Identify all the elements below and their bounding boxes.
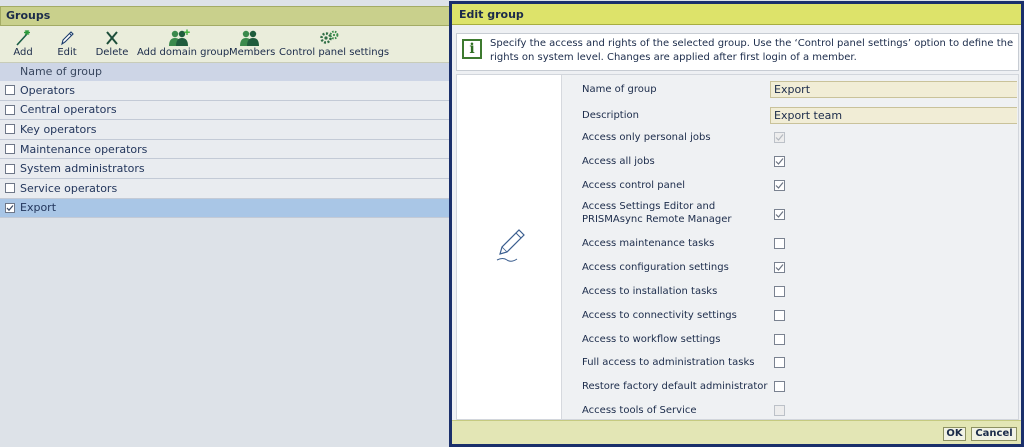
control-panel-settings-button[interactable]: Control panel settings: [279, 29, 389, 61]
perm-checkbox[interactable]: [774, 180, 785, 191]
perm-row-restore-factory-default-administrator: Restore factory default administrator: [562, 380, 1019, 396]
delete-button[interactable]: Delete: [95, 29, 129, 61]
dialog-footer: OK Cancel: [452, 420, 1021, 444]
perm-row-access-to-connectivity-settings: Access to connectivity settings: [562, 309, 1019, 325]
perm-checkbox[interactable]: [774, 262, 785, 273]
description-row: Description Export team: [562, 105, 1019, 125]
info-text: Specify the access and rights of the sel…: [490, 38, 1014, 63]
group-checkbox[interactable]: [5, 163, 15, 174]
perm-label: Access all jobs: [582, 156, 655, 167]
perm-checkbox[interactable]: [774, 334, 785, 345]
name-of-group-label: Name of group: [582, 84, 657, 95]
group-checkbox[interactable]: [5, 104, 15, 115]
checkmark-icon: [775, 264, 784, 271]
perm-checkbox[interactable]: [774, 310, 785, 321]
members-button[interactable]: Members: [229, 29, 275, 61]
perm-label: Access tools of Service: [582, 405, 697, 416]
dialog-title: Edit group: [452, 4, 1021, 25]
perm-row-access-to-installation-tasks: Access to installation tasks: [562, 285, 1019, 301]
perm-label: Access Settings Editor and PRISMAsync Re…: [582, 201, 732, 225]
group-name: Key operators: [20, 122, 97, 136]
perm-checkbox[interactable]: [774, 156, 785, 167]
perm-checkbox[interactable]: [774, 381, 785, 392]
form-illustration: [457, 75, 561, 419]
perm-row-full-access-to-administration-tasks: Full access to administration tasks: [562, 356, 1019, 372]
group-checkbox[interactable]: [5, 144, 15, 155]
form-body: Name of group Export Description Export …: [456, 74, 1019, 420]
group-name: Maintenance operators: [20, 142, 148, 156]
info-box: i Specify the access and rights of the s…: [456, 33, 1019, 71]
checkmark-icon: [6, 204, 14, 211]
gears-icon: [279, 29, 379, 47]
perm-label: Access to installation tasks: [582, 286, 718, 297]
perm-checkbox[interactable]: [774, 209, 785, 220]
perm-row-access-to-workflow-settings: Access to workflow settings: [562, 333, 1019, 349]
perm-row-access-only-personal-jobs: Access only personal jobs: [562, 131, 1019, 147]
group-row-maintenance-operators[interactable]: Maintenance operators: [0, 139, 450, 160]
perm-row-access-settings-editor: Access Settings Editor and PRISMAsync Re…: [562, 200, 1019, 228]
group-row-operators[interactable]: Operators: [0, 81, 450, 101]
perm-row-access-maintenance-tasks: Access maintenance tasks: [562, 237, 1019, 253]
group-row-service-operators[interactable]: Service operators: [0, 178, 450, 199]
perm-label: Access configuration settings: [582, 262, 729, 273]
groups-panel: Groups Add Edit Delete Add domain group …: [0, 0, 450, 447]
perm-checkbox[interactable]: [774, 286, 785, 297]
perm-checkbox[interactable]: [774, 238, 785, 249]
perm-label: Restore factory default administrator: [582, 381, 768, 392]
ok-button[interactable]: OK: [943, 427, 966, 441]
edit-group-dialog: Edit group i Specify the access and righ…: [449, 1, 1024, 447]
add-icon: [10, 29, 36, 47]
perm-label: Access control panel: [582, 180, 685, 191]
group-name: Service operators: [20, 181, 118, 195]
perm-label: Access to workflow settings: [582, 334, 721, 345]
group-name: Operators: [20, 83, 75, 97]
name-of-group-column-header[interactable]: Name of group: [0, 63, 450, 81]
pencil-illustration-icon: [496, 229, 525, 262]
group-row-central-operators[interactable]: Central operators: [0, 100, 450, 121]
perm-row-access-tools-of-service: Access tools of Service: [562, 404, 1019, 419]
add-button[interactable]: Add: [10, 29, 36, 61]
perm-checkbox[interactable]: [774, 405, 785, 416]
description-field[interactable]: Export team: [770, 107, 1017, 124]
members-icon: [229, 29, 271, 47]
group-checkbox[interactable]: [5, 124, 15, 135]
perm-row-access-control-panel: Access control panel: [562, 179, 1019, 195]
pencil-icon: [55, 29, 79, 47]
perm-label: Full access to administration tasks: [582, 357, 755, 368]
groups-panel-title: Groups: [0, 6, 450, 26]
perm-label: Access to connectivity settings: [582, 310, 737, 321]
checkmark-icon: [775, 134, 784, 141]
group-name: Export: [20, 201, 57, 215]
cancel-button[interactable]: Cancel: [971, 427, 1017, 441]
name-of-group-field[interactable]: Export: [770, 81, 1017, 98]
form-fields: Name of group Export Description Export …: [561, 75, 1018, 419]
add-domain-group-icon: [137, 29, 221, 47]
group-checkbox[interactable]: [5, 202, 15, 213]
group-row-export[interactable]: Export: [0, 198, 450, 219]
delete-x-icon: [95, 29, 129, 47]
description-label: Description: [582, 110, 639, 121]
perm-row-access-configuration-settings: Access configuration settings: [562, 261, 1019, 277]
name-of-group-row: Name of group Export: [562, 80, 1019, 100]
group-name: Central operators: [20, 103, 117, 117]
perm-label: Access only personal jobs: [582, 132, 711, 143]
perm-checkbox[interactable]: [774, 132, 785, 143]
checkmark-icon: [775, 158, 784, 165]
info-icon: i: [462, 39, 482, 59]
groups-list: Operators Central operators Key operator…: [0, 81, 450, 219]
group-checkbox[interactable]: [5, 85, 15, 96]
checkmark-icon: [775, 211, 784, 218]
checkmark-icon: [775, 182, 784, 189]
add-domain-group-button[interactable]: Add domain group: [137, 29, 229, 61]
group-checkbox[interactable]: [5, 183, 15, 194]
group-name: System administrators: [20, 162, 145, 176]
edit-button[interactable]: Edit: [55, 29, 79, 61]
perm-checkbox[interactable]: [774, 357, 785, 368]
perm-row-access-all-jobs: Access all jobs: [562, 155, 1019, 171]
groups-toolbar: Add Edit Delete Add domain group Members…: [0, 26, 450, 63]
group-row-system-administrators[interactable]: System administrators: [0, 159, 450, 179]
perm-label: Access maintenance tasks: [582, 238, 715, 249]
group-row-key-operators[interactable]: Key operators: [0, 120, 450, 140]
